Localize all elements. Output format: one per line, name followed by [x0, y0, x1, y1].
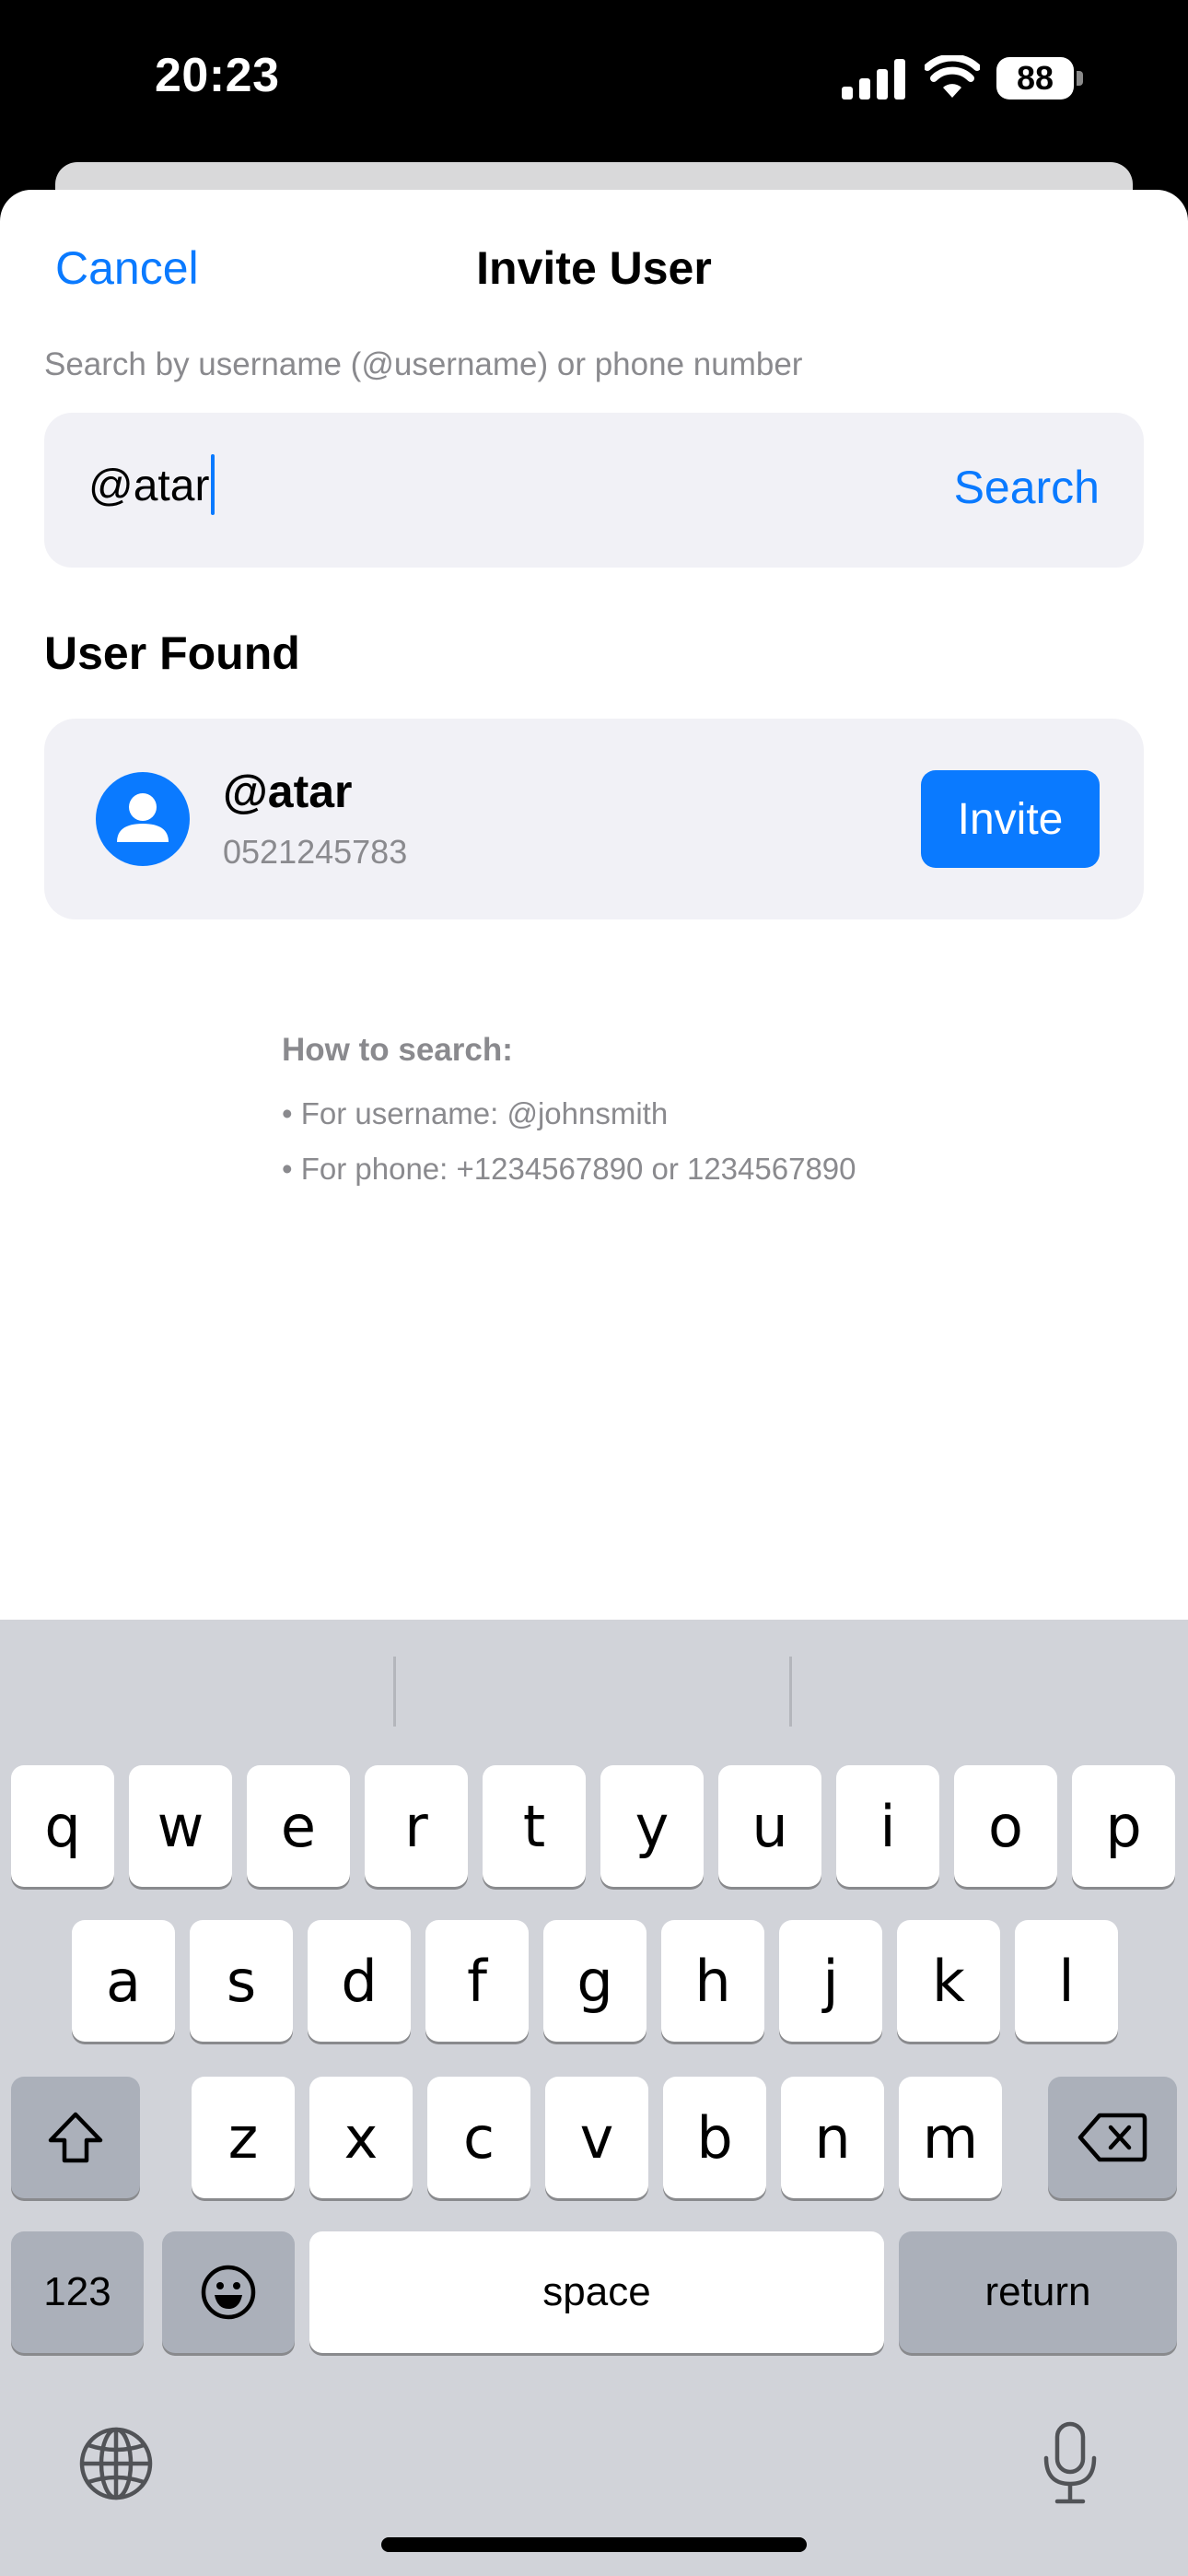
help-title: How to search: — [282, 1032, 513, 1068]
user-phone: 0521245783 — [223, 833, 408, 871]
invite-button[interactable]: Invite — [921, 770, 1100, 868]
text-caret — [211, 454, 215, 516]
key-v[interactable]: v — [545, 2077, 648, 2198]
battery-icon: 88 — [996, 57, 1083, 100]
suggestion-divider — [393, 1657, 396, 1727]
globe-icon[interactable] — [77, 2425, 155, 2502]
key-f[interactable]: f — [425, 1920, 529, 2042]
key-l[interactable]: l — [1015, 1920, 1118, 2042]
search-input-value: @atar — [88, 462, 210, 510]
delete-icon — [1077, 2113, 1147, 2162]
key-o[interactable]: o — [954, 1765, 1057, 1887]
key-m[interactable]: m — [899, 2077, 1002, 2198]
key-g[interactable]: g — [543, 1920, 646, 2042]
key-s[interactable]: s — [190, 1920, 293, 2042]
key-k[interactable]: k — [897, 1920, 1000, 2042]
status-bar: 20:23 88 — [0, 0, 1188, 166]
user-name: @atar — [223, 766, 353, 817]
battery-level: 88 — [1016, 59, 1054, 97]
key-w[interactable]: w — [129, 1765, 232, 1887]
key-u[interactable]: u — [718, 1765, 821, 1887]
user-result-card: @atar 0521245783 Invite — [44, 719, 1144, 919]
home-indicator[interactable] — [381, 2537, 807, 2552]
key-p[interactable]: p — [1072, 1765, 1175, 1887]
emoji-key[interactable] — [162, 2231, 295, 2353]
shift-icon — [48, 2112, 103, 2163]
status-time: 20:23 — [155, 49, 280, 102]
key-z[interactable]: z — [192, 2077, 295, 2198]
help-line-phone: • For phone: +1234567890 or 1234567890 — [282, 1152, 856, 1186]
search-field-container: @atar Search — [44, 413, 1144, 568]
key-j[interactable]: j — [779, 1920, 882, 2042]
person-icon — [117, 793, 169, 842]
key-t[interactable]: t — [483, 1765, 586, 1887]
microphone-icon[interactable] — [1041, 2421, 1100, 2506]
keyboard: q w e r t y u i o p a s d f g h j k l z … — [0, 1620, 1188, 2576]
key-d[interactable]: d — [308, 1920, 411, 2042]
emoji-icon — [201, 2265, 256, 2320]
space-key[interactable]: space — [309, 2231, 884, 2353]
numbers-key[interactable]: 123 — [11, 2231, 144, 2353]
key-h[interactable]: h — [661, 1920, 764, 2042]
key-b[interactable]: b — [663, 2077, 766, 2198]
key-i[interactable]: i — [836, 1765, 939, 1887]
key-q[interactable]: q — [11, 1765, 114, 1887]
delete-key[interactable] — [1048, 2077, 1177, 2198]
key-a[interactable]: a — [72, 1920, 175, 2042]
help-line-username: • For username: @johnsmith — [282, 1096, 669, 1130]
key-x[interactable]: x — [309, 2077, 413, 2198]
key-y[interactable]: y — [600, 1765, 704, 1887]
search-button[interactable]: Search — [954, 461, 1100, 514]
key-r[interactable]: r — [365, 1765, 468, 1887]
key-e[interactable]: e — [247, 1765, 350, 1887]
search-input[interactable]: @atar — [88, 454, 215, 516]
search-hint: Search by username (@username) or phone … — [44, 346, 803, 382]
wifi-icon — [925, 55, 980, 98]
key-n[interactable]: n — [781, 2077, 884, 2198]
signal-icon — [842, 59, 905, 100]
key-c[interactable]: c — [427, 2077, 530, 2198]
avatar — [96, 772, 190, 866]
page-title: Invite User — [476, 242, 712, 294]
help-section: How to search: • For username: @johnsmit… — [282, 1032, 856, 1187]
suggestion-divider — [789, 1657, 792, 1727]
return-key[interactable]: return — [899, 2231, 1177, 2353]
shift-key[interactable] — [11, 2077, 140, 2198]
section-title: User Found — [44, 627, 300, 679]
